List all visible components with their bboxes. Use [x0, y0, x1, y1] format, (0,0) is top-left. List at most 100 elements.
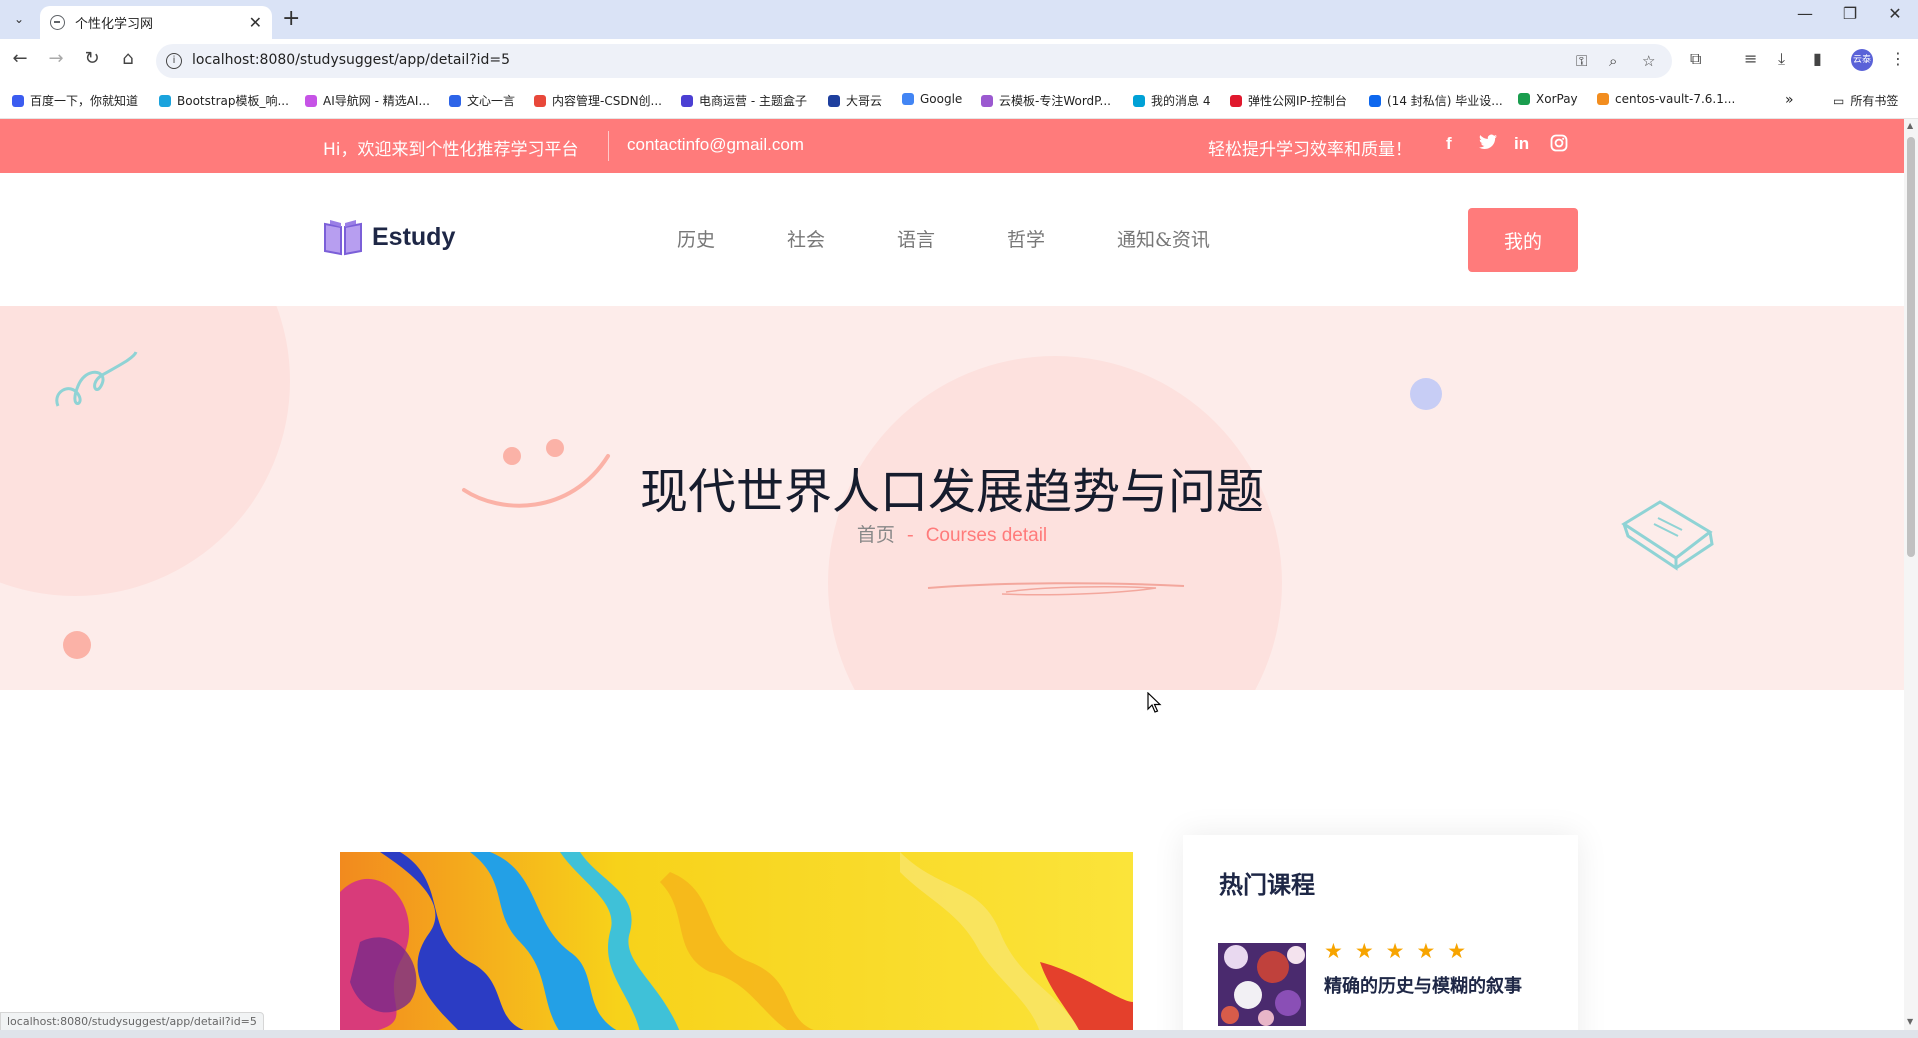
menu-icon[interactable]: ⋮ [1890, 49, 1906, 68]
course-cover-image [340, 852, 1133, 1030]
widget-title: 热门课程 [1219, 870, 1315, 899]
page-viewport: Hi，欢迎来到个性化推荐学习平台 contactinfo@gmail.com 轻… [0, 119, 1904, 1030]
restore-icon[interactable]: ❐ [1830, 4, 1870, 23]
top-info-bar: Hi，欢迎来到个性化推荐学习平台 contactinfo@gmail.com 轻… [0, 119, 1904, 173]
decor-circle [0, 306, 290, 596]
bookmark-item[interactable]: XorPay [1518, 92, 1578, 106]
bookmark-icon [305, 94, 317, 107]
new-tab-icon[interactable]: + [282, 6, 300, 31]
bookmark-icon [1230, 94, 1242, 107]
bookmark-item[interactable]: 电商运营 - 主题盒子 [681, 92, 807, 109]
bookmark-item[interactable]: 大哥云 [828, 92, 882, 109]
site-info-icon[interactable]: i [166, 53, 182, 69]
book-logo-icon [324, 220, 362, 256]
zoom-icon[interactable]: ⌕ [1609, 52, 1617, 70]
browser-toolbar: ← → ↻ ⌂ i localhost:8080/studysuggest/ap… [0, 39, 1918, 83]
bookmark-item[interactable]: 百度一下，你就知道 [12, 92, 138, 109]
nav-item-philosophy[interactable]: 哲学 [1007, 225, 1045, 252]
minimize-icon[interactable]: — [1785, 4, 1825, 23]
underline-decor-icon [927, 582, 1185, 596]
home-icon[interactable]: ⌂ [114, 48, 142, 69]
bookmark-icon [159, 94, 171, 107]
bookmark-item[interactable]: AI导航网 - 精选AI... [305, 92, 430, 109]
bookmark-icon [534, 94, 546, 107]
bookmark-item[interactable]: Bootstrap模板_响... [159, 92, 289, 109]
download-icon[interactable]: ⤓ [1778, 49, 1785, 69]
breadcrumb-home[interactable]: 首页 [857, 524, 895, 546]
browser-titlebar: ⌄ 个性化学习网 ✕ + — ❐ ✕ [0, 0, 1918, 39]
divider [608, 131, 609, 161]
password-key-icon[interactable]: ⚿ [1576, 52, 1587, 70]
squiggle-decor-icon [55, 351, 138, 407]
course-title-link[interactable]: 精确的历史与模糊的叙事 [1324, 973, 1534, 1001]
scroll-up-icon[interactable]: ▲ [1907, 121, 1913, 130]
close-tab-icon[interactable]: ✕ [249, 13, 262, 32]
bookmark-icon [828, 94, 840, 107]
profile-avatar[interactable]: 云泰 [1851, 49, 1873, 71]
bookmark-icon [981, 94, 993, 107]
bookmark-icon [1597, 93, 1609, 105]
twitter-icon[interactable] [1479, 134, 1497, 155]
bookmark-icon [449, 94, 461, 107]
browser-tab[interactable]: 个性化学习网 ✕ [40, 6, 272, 39]
rating-stars: ★★★★★ [1324, 939, 1479, 963]
facebook-icon[interactable]: f [1446, 134, 1452, 154]
linkedin-icon[interactable]: in [1514, 134, 1529, 154]
bookmark-item[interactable]: centos-vault-7.6.1... [1597, 92, 1735, 106]
sidepanel-icon[interactable]: ▮ [1813, 49, 1822, 68]
welcome-text: Hi，欢迎来到个性化推荐学习平台 [323, 140, 579, 160]
nav-item-history[interactable]: 历史 [677, 225, 715, 252]
breadcrumb: 首页 - Courses detail [0, 520, 1904, 547]
bookmark-item[interactable]: 云模板-专注WordP... [981, 92, 1111, 109]
tab-search-icon[interactable]: ⌄ [8, 8, 30, 30]
globe-icon [50, 15, 65, 30]
bookmark-icon [1369, 94, 1381, 107]
page-banner: 现代世界人口发展趋势与问题 首页 - Courses detail [0, 306, 1904, 690]
instagram-icon[interactable] [1550, 134, 1568, 157]
nav-item-news[interactable]: 通知&资讯 [1117, 225, 1210, 252]
bookmark-item[interactable]: Google [902, 92, 962, 106]
bookmark-item[interactable]: 弹性公网IP-控制台 [1230, 92, 1347, 109]
bookmarks-bar: 百度一下，你就知道 Bootstrap模板_响... AI导航网 - 精选AI.… [0, 83, 1918, 119]
contact-email-link[interactable]: contactinfo@gmail.com [627, 135, 804, 155]
bookmark-item[interactable]: 我的消息 4 [1133, 92, 1210, 109]
decor-dot-orange [63, 631, 91, 659]
reload-icon[interactable]: ↻ [78, 48, 106, 69]
extensions-icon[interactable]: ⧉ [1690, 49, 1701, 69]
close-window-icon[interactable]: ✕ [1875, 4, 1915, 23]
mine-button[interactable]: 我的 [1468, 208, 1578, 272]
popular-courses-widget: 热门课程 ★★★★★ 精确的历史与模糊的叙事 [1183, 835, 1578, 1030]
address-bar[interactable]: i localhost:8080/studysuggest/app/detail… [156, 44, 1672, 78]
window-bottom-edge [0, 1030, 1918, 1038]
forward-icon[interactable]: → [42, 48, 70, 69]
breadcrumb-separator: - [906, 524, 914, 546]
logo-text: Estudy [372, 222, 456, 251]
page-title: 现代世界人口发展趋势与问题 [639, 464, 1264, 520]
slogan-text: 轻松提升学习效率和质量！ [1208, 140, 1412, 160]
course-thumbnail[interactable] [1218, 943, 1306, 1026]
all-bookmarks[interactable]: ▭ 所有书签 [1833, 92, 1898, 109]
bookmark-icon [902, 93, 914, 105]
site-header: Estudy 历史 社会 语言 哲学 通知&资讯 我的 [0, 173, 1904, 306]
more-bookmarks-icon[interactable]: » [1785, 92, 1794, 108]
media-icon[interactable]: ≡ [1744, 49, 1757, 68]
tab-title: 个性化学习网 [75, 17, 154, 32]
bookmark-item[interactable]: 文心一言 [449, 92, 515, 109]
back-icon[interactable]: ← [6, 48, 34, 69]
scroll-thumb[interactable] [1907, 137, 1915, 557]
decor-dot-blue [1410, 378, 1442, 410]
bookmark-item[interactable]: 内容管理-CSDN创... [534, 92, 662, 109]
bookmark-icon [1133, 94, 1145, 107]
mouse-cursor-icon [1147, 692, 1162, 713]
url-text[interactable]: localhost:8080/studysuggest/app/detail?i… [192, 52, 510, 68]
page-scrollbar[interactable]: ▲ ▼ [1904, 119, 1918, 1030]
site-logo[interactable]: Estudy [322, 218, 455, 256]
scroll-down-icon[interactable]: ▼ [1907, 1017, 1913, 1026]
nav-item-language[interactable]: 语言 [897, 225, 935, 252]
bookmark-star-icon[interactable]: ☆ [1642, 52, 1655, 70]
breadcrumb-current: Courses detail [925, 525, 1048, 546]
bookmark-item[interactable]: (14 封私信) 毕业设... [1369, 92, 1503, 109]
bookmark-icon [1518, 93, 1530, 105]
nav-item-society[interactable]: 社会 [787, 225, 825, 252]
status-url-bubble: localhost:8080/studysuggest/app/detail?i… [0, 1012, 264, 1031]
